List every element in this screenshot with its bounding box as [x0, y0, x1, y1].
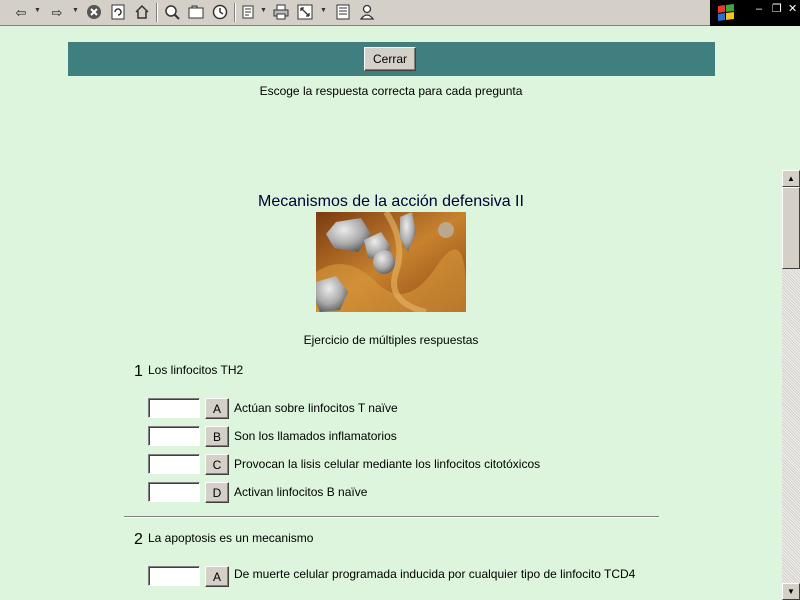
answer-row: D Activan linfocitos B naïve [148, 482, 648, 504]
print-icon[interactable] [272, 3, 290, 21]
edit-dropdown-icon[interactable]: ▼ [260, 7, 267, 14]
refresh-icon[interactable] [109, 3, 127, 21]
header-bar: Cerrar [68, 42, 715, 76]
answer-letter-button[interactable]: C [205, 454, 229, 475]
question-number: 1 [134, 363, 143, 380]
answer-input[interactable] [148, 454, 200, 474]
browser-toolbar: ⇦ ▼ ⇨ ▼ ▼ ▼ – ❐ ✕ [0, 0, 800, 26]
answer-letter-button[interactable]: A [205, 398, 229, 419]
question-number: 2 [134, 531, 143, 548]
answer-letter-button[interactable]: A [205, 566, 229, 587]
back-icon[interactable]: ⇦ [12, 3, 30, 21]
answer-text: De muerte celular programada inducida po… [234, 567, 636, 581]
home-icon[interactable] [133, 3, 151, 21]
restore-icon[interactable]: ❐ [772, 4, 782, 15]
answer-input[interactable] [148, 566, 200, 586]
forward-icon[interactable]: ⇨ [48, 3, 66, 21]
fullscreen-dropdown-icon[interactable]: ▼ [320, 7, 327, 14]
answer-input[interactable] [148, 482, 200, 502]
cells-image [316, 210, 466, 315]
history-icon[interactable] [211, 3, 229, 21]
window-controls: – ❐ ✕ [710, 0, 800, 26]
windows-logo-icon [716, 4, 736, 22]
vertical-scrollbar[interactable]: ▲ ▼ [782, 170, 800, 600]
forward-dropdown-icon[interactable]: ▼ [72, 7, 79, 14]
answer-text: Activan linfocitos B naïve [234, 485, 368, 499]
edit-icon[interactable] [241, 3, 259, 21]
scroll-down-icon[interactable]: ▼ [782, 583, 800, 600]
question-text: La apoptosis es un mecanismo [148, 531, 314, 545]
exercise-subtitle: Ejercicio de múltiples respuestas [303, 333, 479, 347]
back-dropdown-icon[interactable]: ▼ [34, 7, 41, 14]
page-icon[interactable] [334, 3, 352, 21]
answer-row: A De muerte celular programada inducida … [148, 566, 648, 588]
toolbar-separator [156, 3, 158, 22]
minimize-icon[interactable]: – [756, 4, 762, 15]
answer-letter-button[interactable]: B [205, 426, 229, 447]
question-text: Los linfocitos TH2 [148, 363, 244, 377]
instructions-text: Escoge la respuesta correcta para cada p… [259, 84, 523, 98]
answer-input[interactable] [148, 426, 200, 446]
answer-letter-button[interactable]: D [205, 482, 229, 503]
favorites-icon[interactable] [187, 3, 205, 21]
fullscreen-icon[interactable] [296, 3, 314, 21]
answer-text: Son los llamados inflamatorios [234, 429, 397, 443]
scrollbar-thumb[interactable] [782, 187, 800, 269]
scroll-up-icon[interactable]: ▲ [782, 170, 800, 187]
answer-row: A Actúan sobre linfocitos T naïve [148, 398, 648, 420]
user-icon[interactable] [358, 3, 376, 21]
toolbar-separator [234, 3, 236, 22]
close-window-icon[interactable]: ✕ [788, 4, 797, 15]
stop-icon[interactable] [85, 3, 103, 21]
search-icon[interactable] [163, 3, 181, 21]
page-title: Mecanismos de la acción defensiva II [258, 193, 524, 210]
question-divider [124, 516, 659, 518]
answer-input[interactable] [148, 398, 200, 418]
answer-text: Provocan la lisis celular mediante los l… [234, 457, 541, 471]
answer-row: C Provocan la lisis celular mediante los… [148, 454, 648, 476]
close-button[interactable]: Cerrar [364, 47, 416, 71]
answer-text: Actúan sobre linfocitos T naïve [234, 401, 398, 415]
answer-row: B Son los llamados inflamatorios [148, 426, 648, 448]
